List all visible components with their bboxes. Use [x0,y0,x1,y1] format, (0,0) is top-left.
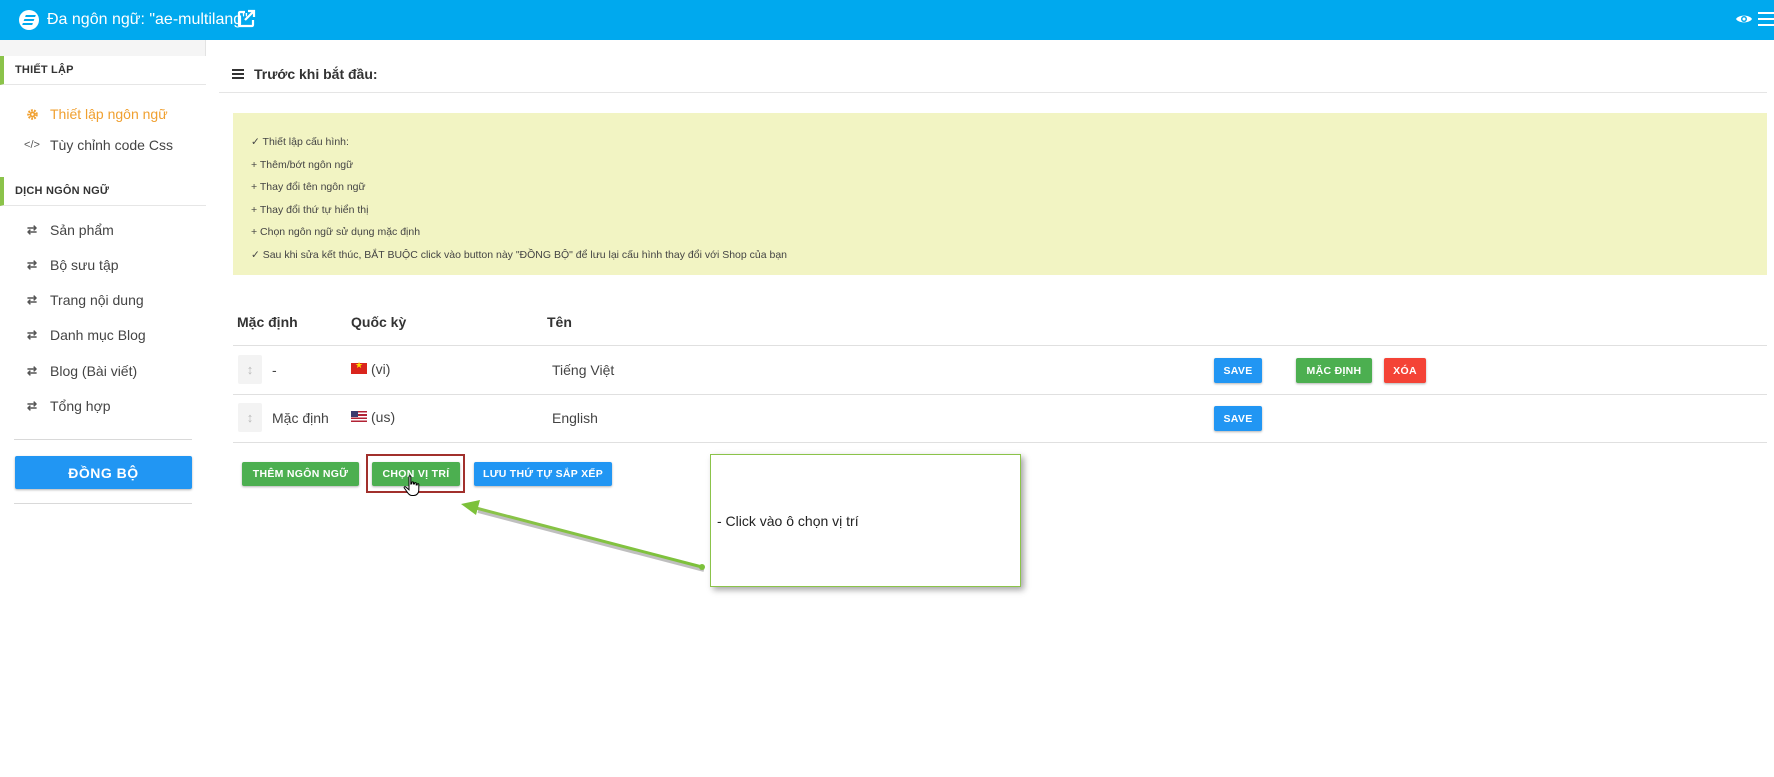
list-icon [232,69,244,79]
drag-handle-icon[interactable]: ↕ [238,355,262,384]
table-divider [233,345,1767,346]
menu-icon[interactable] [1758,12,1774,26]
sidebar-item-products[interactable]: ⇄ Sản phẩm [0,215,206,245]
sidebar-divider [14,503,192,504]
save-button[interactable]: SAVE [1214,406,1262,431]
flag-cell: (us) [351,409,395,425]
language-name-cell: English [552,410,598,426]
language-name-cell: Tiếng Việt [552,362,615,378]
sync-button[interactable]: ĐỒNG BỘ [15,456,192,489]
swap-icon: ⇄ [26,223,38,237]
sidebar-divider [14,439,192,440]
default-cell: - [272,362,277,378]
notice-line: + Thay đổi tên ngôn ngữ [251,181,366,193]
notice-line: ✓ Sau khi sửa kết thúc, BẮT BUỘC click v… [251,248,788,261]
notice-line: + Thay đổi thứ tự hiển thị [251,203,369,216]
drag-handle-icon[interactable]: ↕ [238,403,262,432]
sidebar-item-label: Thiết lập ngôn ngữ [50,106,168,122]
top-bar: Đa ngôn ngữ: "ae-multilang" [0,0,1774,40]
sidebar-item-label: Sản phẩm [50,222,114,238]
column-header-flag: Quốc kỳ [351,314,407,330]
sidebar-section-translate: DỊCH NGÔN NGỮ [0,177,206,206]
swap-icon: ⇄ [26,258,38,272]
app-logo-icon [19,10,39,30]
sidebar-item-pages[interactable]: ⇄ Trang nội dung [0,285,206,315]
set-default-button[interactable]: MẶC ĐỊNH [1296,358,1372,383]
flag-cell: (vi) [351,360,391,377]
flag-code: (us) [371,409,396,425]
external-link-icon[interactable] [236,9,256,29]
sidebar-item-language-settings[interactable]: Thiết lập ngôn ngữ [0,99,206,129]
callout-box: - Click vào ô chọn vị trí [710,454,1021,587]
sidebar: THIẾT LẬP Thiết lập ngôn ngữ </> Tùy chỉ… [0,40,206,777]
page-title: Trước khi bắt đầu: [232,66,378,82]
notice-box: ✓ Thiết lập cấu hình: + Thêm/bớt ngôn ng… [233,113,1767,275]
eye-icon[interactable] [1735,12,1753,26]
swap-icon: ⇄ [26,293,38,307]
sidebar-item-label: Tổng hợp [50,398,111,414]
column-header-name: Tên [547,314,572,330]
callout-text: - Click vào ô chọn vị trí [717,513,859,529]
save-order-button[interactable]: LƯU THỨ TỰ SẮP XẾP [474,462,612,486]
delete-button[interactable]: XÓA [1384,358,1426,383]
sidebar-item-label: Bộ sưu tập [50,257,119,273]
swap-icon: ⇄ [26,328,38,342]
sidebar-item-label: Blog (Bài viết) [50,363,138,379]
table-divider [233,442,1767,443]
notice-line: + Thêm/bớt ngôn ngữ [251,158,354,171]
sidebar-item-label: Tùy chỉnh code Css [50,137,173,153]
sidebar-item-general[interactable]: ⇄ Tổng hợp [0,391,206,421]
swap-icon: ⇄ [26,399,38,413]
notice-line: + Chọn ngôn ngữ sử dụng mặc định [251,226,421,238]
header-divider [219,92,1767,93]
sidebar-item-collections[interactable]: ⇄ Bộ sưu tập [0,250,206,280]
table-divider [233,394,1767,395]
app-title: Đa ngôn ngữ: "ae-multilang" [47,11,248,28]
gear-icon [24,106,40,122]
add-language-button[interactable]: THÊM NGÔN NGỮ [242,462,359,486]
notice-line: ✓ Thiết lập cấu hình: [251,136,349,148]
sidebar-item-custom-css[interactable]: </> Tùy chỉnh code Css [0,130,206,160]
sidebar-item-label: Danh mục Blog [50,327,146,343]
default-cell: Mặc định [272,410,329,426]
sidebar-panel: THIẾT LẬP Thiết lập ngôn ngữ </> Tùy chỉ… [0,56,206,777]
hand-cursor-icon [403,475,420,496]
vietnam-flag-icon [351,360,367,374]
save-button[interactable]: SAVE [1214,358,1262,383]
sidebar-item-blog-posts[interactable]: ⇄ Blog (Bài viết) [0,356,206,386]
sidebar-item-label: Trang nội dung [50,292,144,308]
sidebar-item-blog-categories[interactable]: ⇄ Danh mục Blog [0,320,206,350]
us-flag-icon [351,410,367,422]
swap-icon: ⇄ [26,364,38,378]
column-header-default: Mặc định [237,314,298,330]
flag-code: (vi) [371,361,391,377]
page-title-text: Trước khi bắt đầu: [254,66,378,82]
sidebar-section-settings: THIẾT LẬP [0,56,206,85]
code-icon: </> [24,139,40,151]
